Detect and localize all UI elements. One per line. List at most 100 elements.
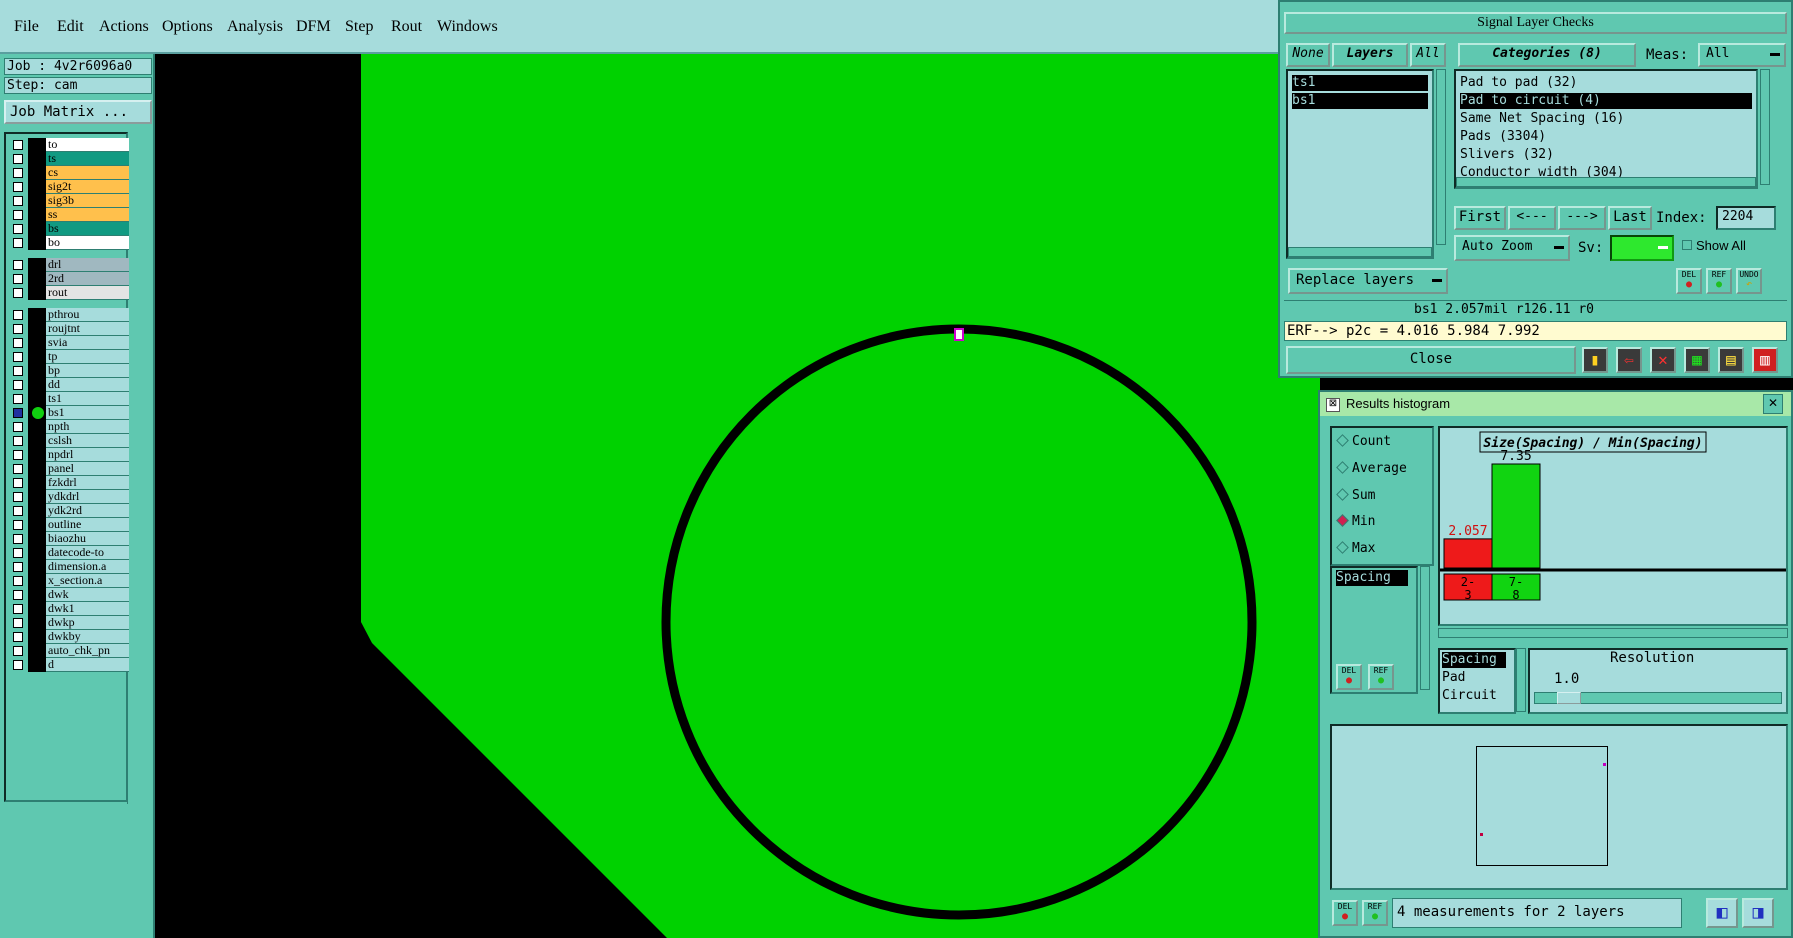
layer-name[interactable]: pthrou <box>46 308 129 322</box>
layer-work-marker[interactable] <box>28 588 46 602</box>
layer-checkbox[interactable] <box>13 632 23 642</box>
footer-ref-button[interactable]: REF ● <box>1362 900 1388 926</box>
layer-checkbox[interactable] <box>13 324 23 334</box>
layer-work-marker[interactable] <box>28 616 46 630</box>
layer-row-dwkby[interactable]: dwkby <box>8 630 129 644</box>
layer-row-tp[interactable]: tp <box>8 350 129 364</box>
menu-edit[interactable]: Edit <box>57 18 84 36</box>
menu-analysis[interactable]: Analysis <box>227 18 283 36</box>
menu-options[interactable]: Options <box>162 18 213 36</box>
layer-list[interactable]: to ts cs sig2t sig3b ss bs bo drl 2rd rout pthrou ro… <box>4 132 136 804</box>
layer-work-marker[interactable] <box>28 658 46 672</box>
layer-name[interactable]: bp <box>46 364 129 378</box>
layer-name[interactable]: dwk <box>46 588 129 602</box>
layer-name[interactable]: dd <box>46 378 129 392</box>
layer-work-marker[interactable] <box>28 532 46 546</box>
flag-icon[interactable]: ▮ <box>1582 347 1608 373</box>
layer-checkbox[interactable] <box>13 366 23 376</box>
layer-work-marker[interactable] <box>28 272 46 286</box>
category-pad-to-pad[interactable]: Pad to pad (32) <box>1460 75 1752 91</box>
histogram-icon[interactable]: ▥ <box>1752 347 1778 373</box>
layer-work-marker[interactable] <box>28 308 46 322</box>
layer-checkbox[interactable] <box>13 154 23 164</box>
replace-layers-dropdown[interactable]: Replace layers <box>1288 268 1448 294</box>
show-all-checkbox[interactable] <box>1682 240 1692 250</box>
layer-checkbox[interactable] <box>13 520 23 530</box>
notes-icon[interactable]: ▤ <box>1718 347 1744 373</box>
layer-row-datecode-to[interactable]: datecode-to <box>8 546 129 560</box>
layer-name[interactable]: ss <box>46 208 129 222</box>
layer-work-marker[interactable] <box>28 420 46 434</box>
layer-checkbox[interactable] <box>13 260 23 270</box>
layer-work-marker[interactable] <box>28 434 46 448</box>
type-list-scrollbar[interactable] <box>1420 566 1430 690</box>
undo-button[interactable]: UNDO ↶ <box>1736 268 1762 294</box>
layer-name[interactable]: x_section.a <box>46 574 129 588</box>
layer-name[interactable]: biaozhu <box>46 532 129 546</box>
layer-row-d[interactable]: d <box>8 658 129 672</box>
layer-row-biaozhu[interactable]: biaozhu <box>8 532 129 546</box>
layer-row-bs1[interactable]: bs1 <box>8 406 129 420</box>
layer-checkbox[interactable] <box>13 182 23 192</box>
resolution-slider-thumb[interactable] <box>1557 692 1581 704</box>
layer-name[interactable]: drl <box>46 258 129 272</box>
layer-name[interactable]: 2rd <box>46 272 129 286</box>
layer-name[interactable]: dwkby <box>46 630 129 644</box>
type-list[interactable]: Spacing DEL ● REF ● <box>1330 566 1418 694</box>
layer-checkbox[interactable] <box>13 380 23 390</box>
mode-min[interactable]: Min <box>1336 514 1375 529</box>
layer-row-dd[interactable]: dd <box>8 378 129 392</box>
layer-checkbox[interactable] <box>13 576 23 586</box>
layer-checkbox[interactable] <box>13 210 23 220</box>
layer-row-fzkdrl[interactable]: fzkdrl <box>8 476 129 490</box>
categories-vscrollbar[interactable] <box>1760 69 1770 185</box>
layer-name[interactable]: roujtnt <box>46 322 129 336</box>
index-field[interactable]: 2204 <box>1716 206 1776 230</box>
layer-checkbox[interactable] <box>13 274 23 284</box>
layer-work-marker[interactable] <box>28 560 46 574</box>
report-icon[interactable]: ▦ <box>1684 347 1710 373</box>
layer-name[interactable]: dwkp <box>46 616 129 630</box>
layer-checkbox[interactable] <box>13 534 23 544</box>
layer-checkbox[interactable] <box>13 338 23 348</box>
layer-item-ts1[interactable]: ts1 <box>1292 75 1428 91</box>
chart-hscrollbar[interactable] <box>1438 628 1788 638</box>
menu-step[interactable]: Step <box>345 18 373 36</box>
close-window-icon[interactable]: ✕ <box>1763 394 1783 414</box>
layer-checkbox[interactable] <box>13 288 23 298</box>
first-button[interactable]: First <box>1454 206 1506 230</box>
mode-count[interactable]: Count <box>1336 434 1391 449</box>
layer-checkbox[interactable] <box>13 478 23 488</box>
menu-rout[interactable]: Rout <box>391 18 422 36</box>
prev-button[interactable]: <--- <box>1508 206 1556 230</box>
layer-row-panel[interactable]: panel <box>8 462 129 476</box>
sv-color-dropdown[interactable] <box>1610 235 1674 261</box>
layer-row-npdrl[interactable]: npdrl <box>8 448 129 462</box>
layer-row-ts[interactable]: ts <box>8 152 129 166</box>
layer-name[interactable]: cslsh <box>46 434 129 448</box>
auto-zoom-dropdown[interactable]: Auto Zoom <box>1454 235 1570 261</box>
layer-name[interactable]: bs1 <box>46 406 129 420</box>
layer-work-marker[interactable] <box>28 504 46 518</box>
layer-name[interactable]: rout <box>46 286 129 300</box>
layer-name[interactable]: datecode-to <box>46 546 129 560</box>
layer-row-2rd[interactable]: 2rd <box>8 272 129 286</box>
zoom-region-icon[interactable]: ◧ <box>1706 898 1738 928</box>
layer-work-marker[interactable] <box>28 222 46 236</box>
layer-work-marker[interactable] <box>28 258 46 272</box>
fit-view-icon[interactable]: ◨ <box>1742 898 1774 928</box>
layer-checkbox[interactable] <box>13 562 23 572</box>
layers-list[interactable]: ts1 bs1 <box>1286 69 1434 259</box>
layer-name[interactable]: ts1 <box>46 392 129 406</box>
layer-name[interactable]: sig3b <box>46 194 129 208</box>
layer-name[interactable]: npth <box>46 420 129 434</box>
layer-row-cs[interactable]: cs <box>8 166 129 180</box>
layer-work-marker[interactable] <box>28 462 46 476</box>
layer-checkbox[interactable] <box>13 352 23 362</box>
erase-icon[interactable]: ✕ <box>1650 347 1676 373</box>
layer-checkbox[interactable] <box>13 464 23 474</box>
layer-work-marker[interactable] <box>28 406 46 420</box>
measure-circuit[interactable]: Circuit <box>1442 688 1497 704</box>
mode-max[interactable]: Max <box>1336 541 1375 556</box>
layer-row-bo[interactable]: bo <box>8 236 129 250</box>
